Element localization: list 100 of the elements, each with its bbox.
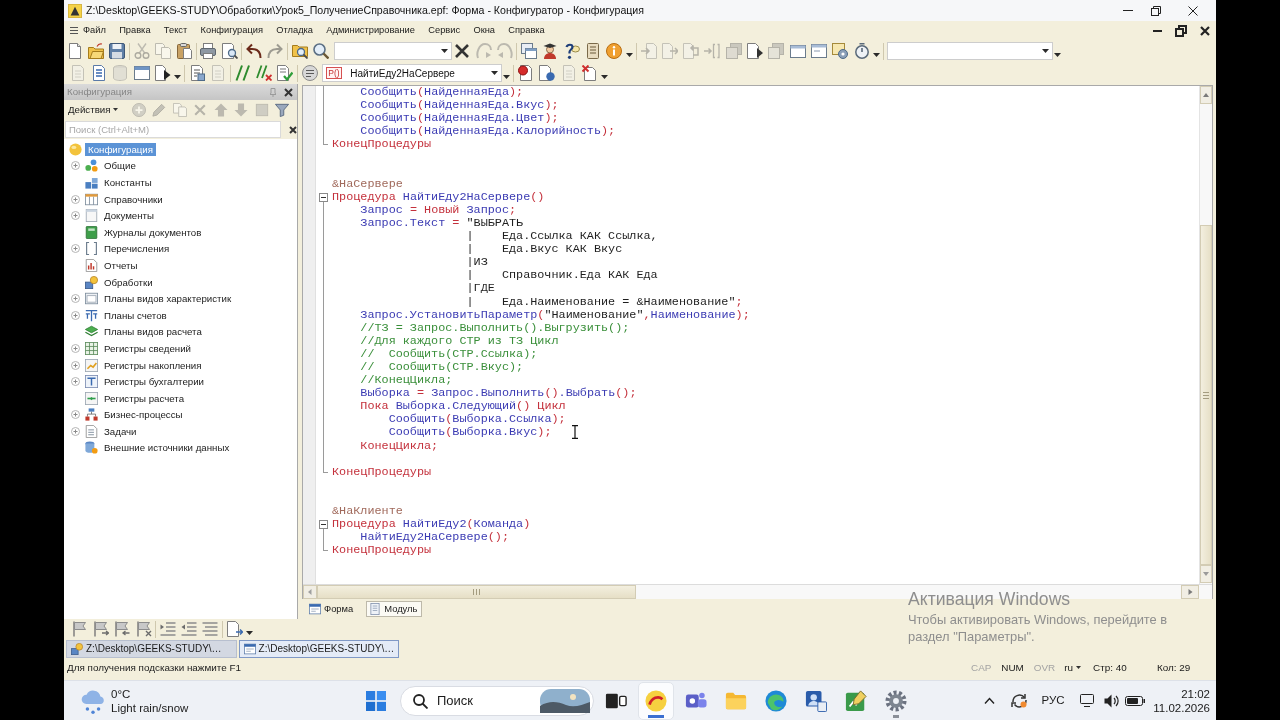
caret-icon[interactable]	[625, 53, 633, 57]
expand-icon[interactable]	[70, 377, 80, 387]
undo-icon[interactable]	[246, 43, 262, 59]
document-play-icon[interactable]	[154, 65, 171, 81]
editor-tab[interactable]: Модуль	[366, 601, 423, 617]
print-icon[interactable]	[200, 43, 217, 59]
display-icon[interactable]	[1080, 694, 1094, 707]
caret-icon[interactable]	[440, 49, 448, 53]
menu-item[interactable]: Окна	[468, 24, 500, 37]
scroll-up-icon[interactable]	[1200, 86, 1212, 104]
search-field[interactable]: Поиск (Ctrl+Alt+M)	[65, 121, 281, 138]
battery-icon[interactable]	[1125, 695, 1145, 706]
menu-item[interactable]: Администрирование	[321, 24, 420, 37]
lines-icon[interactable]	[202, 621, 219, 637]
clock-time[interactable]: 21:02	[1181, 686, 1210, 701]
window-tab[interactable]: Z:\Desktop\GEEKS-STUDY\…	[66, 639, 237, 658]
input-language[interactable]: РУС	[1033, 693, 1073, 708]
expand-icon[interactable]	[70, 343, 80, 353]
scroll-down-icon[interactable]	[1200, 565, 1212, 583]
language-button[interactable]: ru	[1060, 661, 1085, 674]
tree-item[interactable]: Регистры бухгалтерии	[101, 375, 207, 389]
document-play-icon[interactable]	[747, 43, 764, 59]
caret-icon[interactable]	[246, 631, 254, 635]
expand-icon[interactable]	[70, 211, 80, 221]
collapse-icon[interactable]	[319, 520, 328, 530]
expand-icon[interactable]	[70, 194, 80, 204]
clear-icon[interactable]	[454, 43, 471, 59]
tree-item[interactable]: Задачи	[101, 424, 140, 438]
new-document-icon[interactable]	[66, 43, 83, 59]
collapse-icon[interactable]	[319, 192, 328, 202]
text-document-icon[interactable]	[90, 65, 107, 81]
open-folder-icon[interactable]	[87, 43, 104, 59]
clear-icon[interactable]	[289, 125, 297, 134]
tree-item[interactable]: Планы видов характеристик	[101, 292, 235, 306]
paste-icon[interactable]	[176, 43, 193, 59]
list-circle-icon[interactable]	[301, 65, 318, 81]
flag-icon[interactable]	[135, 621, 152, 637]
close-icon[interactable]	[284, 87, 293, 97]
check-document-icon[interactable]	[277, 65, 294, 81]
expand-icon[interactable]	[70, 360, 80, 370]
restore-icon[interactable]	[1151, 5, 1161, 16]
tree-item[interactable]: Перечисления	[101, 242, 173, 256]
outdent-icon[interactable]	[181, 621, 198, 637]
text-field[interactable]	[887, 42, 1054, 60]
scroll-left-icon[interactable]	[303, 585, 317, 599]
tree-item[interactable]: Документы	[101, 209, 157, 223]
caret-icon[interactable]	[873, 53, 881, 57]
clock-date[interactable]: 11.02.2026	[1153, 700, 1210, 715]
window-tab[interactable]: Z:\Desktop\GEEKS-STUDY\…	[238, 639, 400, 658]
expand-icon[interactable]	[70, 310, 80, 320]
document-dot-icon[interactable]	[539, 65, 556, 81]
document-delete-icon[interactable]	[581, 65, 598, 81]
expand-icon[interactable]	[70, 161, 80, 171]
close-icon[interactable]	[1200, 25, 1210, 36]
tree-item[interactable]: Планы счетов	[101, 308, 170, 322]
menu-item[interactable]: Отладка	[271, 24, 318, 37]
filter-icon[interactable]	[275, 103, 290, 117]
flag-icon[interactable]	[71, 621, 88, 637]
menu-item[interactable]: Конфигурация	[195, 24, 268, 37]
question-bubble-icon[interactable]	[563, 43, 580, 59]
caret-icon[interactable]	[601, 75, 609, 79]
window-icon[interactable]	[789, 43, 806, 59]
tree-item[interactable]: Планы видов расчета	[101, 325, 205, 339]
window-icon[interactable]	[810, 43, 827, 59]
speaker-icon[interactable]	[1103, 693, 1119, 708]
menu-item[interactable]: Текст	[158, 24, 193, 37]
document-arrow-icon[interactable]	[226, 621, 243, 637]
flag-icon[interactable]	[92, 621, 109, 637]
tree-item[interactable]: Обработки	[101, 275, 156, 289]
expand-icon[interactable]	[70, 426, 80, 436]
menu-item[interactable]: Файл	[78, 24, 111, 37]
tree-item[interactable]: Общие	[101, 159, 139, 173]
chevron-up-icon[interactable]	[983, 697, 995, 704]
tree-item[interactable]: Журналы документов	[101, 225, 205, 239]
tree-item[interactable]: Регистры накопления	[101, 358, 205, 372]
tree-item[interactable]: Регистры сведений	[101, 341, 194, 355]
close-icon[interactable]	[1188, 5, 1198, 16]
expand-icon[interactable]	[70, 294, 80, 304]
expand-icon[interactable]	[70, 410, 80, 420]
windows-icon[interactable]	[521, 43, 538, 59]
window-icon[interactable]	[133, 65, 150, 81]
document-lines-icon[interactable]	[189, 65, 206, 81]
tree-item[interactable]: Справочники	[101, 192, 166, 206]
restore-icon[interactable]	[1175, 24, 1187, 37]
info-icon[interactable]	[606, 43, 623, 59]
slashes-icon[interactable]	[234, 65, 251, 81]
actions-button[interactable]: Действия	[66, 104, 121, 116]
flag-icon[interactable]	[114, 621, 131, 637]
minimize-icon[interactable]	[1153, 29, 1162, 32]
caret-icon[interactable]	[174, 75, 182, 79]
picture-gear-icon[interactable]	[832, 43, 849, 59]
menu-item[interactable]: Правка	[114, 24, 156, 37]
sync-icon[interactable]	[1009, 693, 1027, 708]
expand-icon[interactable]	[70, 244, 80, 254]
tree-item[interactable]: Внешние источники данных	[101, 441, 233, 455]
start-icon[interactable]	[366, 690, 386, 711]
tree-item[interactable]: Регистры расчета	[101, 391, 188, 405]
menu-icon[interactable]	[70, 27, 78, 34]
scroll-right-icon[interactable]	[1181, 585, 1199, 599]
notebook-icon[interactable]	[585, 43, 601, 59]
